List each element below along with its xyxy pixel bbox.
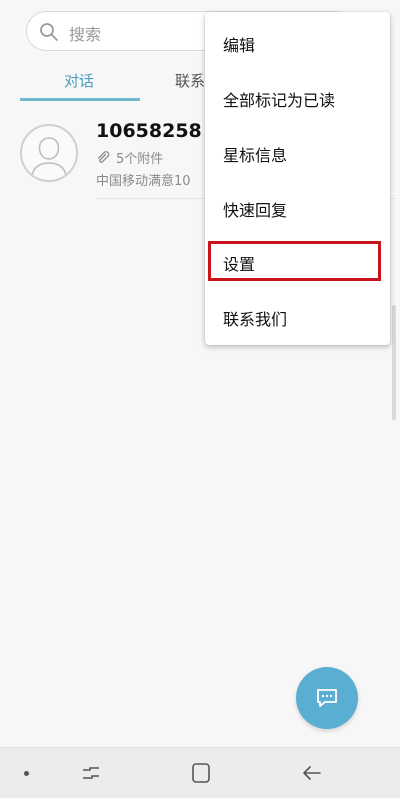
conversation-sender: 10658258 xyxy=(96,120,202,142)
home-icon[interactable] xyxy=(191,762,211,788)
recents-icon[interactable] xyxy=(80,763,102,787)
menu-item-label: 快速回复 xyxy=(223,201,288,220)
menu-item-label: 全部标记为已读 xyxy=(223,91,336,110)
menu-item-label: 编辑 xyxy=(223,36,256,55)
scroll-indicator xyxy=(392,305,396,420)
search-icon xyxy=(39,22,59,42)
back-icon[interactable] xyxy=(300,763,324,787)
menu-item-label: 星标信息 xyxy=(223,146,288,165)
menu-item-edit[interactable]: 编辑 xyxy=(205,15,390,70)
tab-active-indicator xyxy=(20,98,140,101)
menu-item-mark-all-read[interactable]: 全部标记为已读 xyxy=(205,70,390,125)
tab-contacts[interactable]: 联系 xyxy=(175,70,205,91)
attachment-count-text: 5个附件 xyxy=(116,152,164,167)
menu-item-contact-us[interactable]: 联系我们 xyxy=(205,289,390,344)
highlight-frame xyxy=(208,241,381,281)
nav-dot-indicator xyxy=(24,771,29,776)
tab-conversations[interactable]: 对话 xyxy=(64,70,94,91)
menu-item-quick-reply[interactable]: 快速回复 xyxy=(205,180,390,235)
paperclip-icon xyxy=(96,151,110,165)
menu-item-starred[interactable]: 星标信息 xyxy=(205,125,390,180)
attachment-count: 5个附件 xyxy=(96,148,163,167)
menu-item-label: 联系我们 xyxy=(223,310,288,329)
compose-message-icon xyxy=(317,689,337,707)
overflow-menu: 编辑 全部标记为已读 星标信息 快速回复 设置 联系我们 xyxy=(205,12,390,345)
navigation-bar xyxy=(0,747,400,798)
avatar[interactable] xyxy=(20,124,78,182)
message-preview: 中国移动满意10 xyxy=(96,174,191,189)
search-placeholder: 搜索 xyxy=(69,25,102,44)
compose-button[interactable] xyxy=(296,667,358,729)
